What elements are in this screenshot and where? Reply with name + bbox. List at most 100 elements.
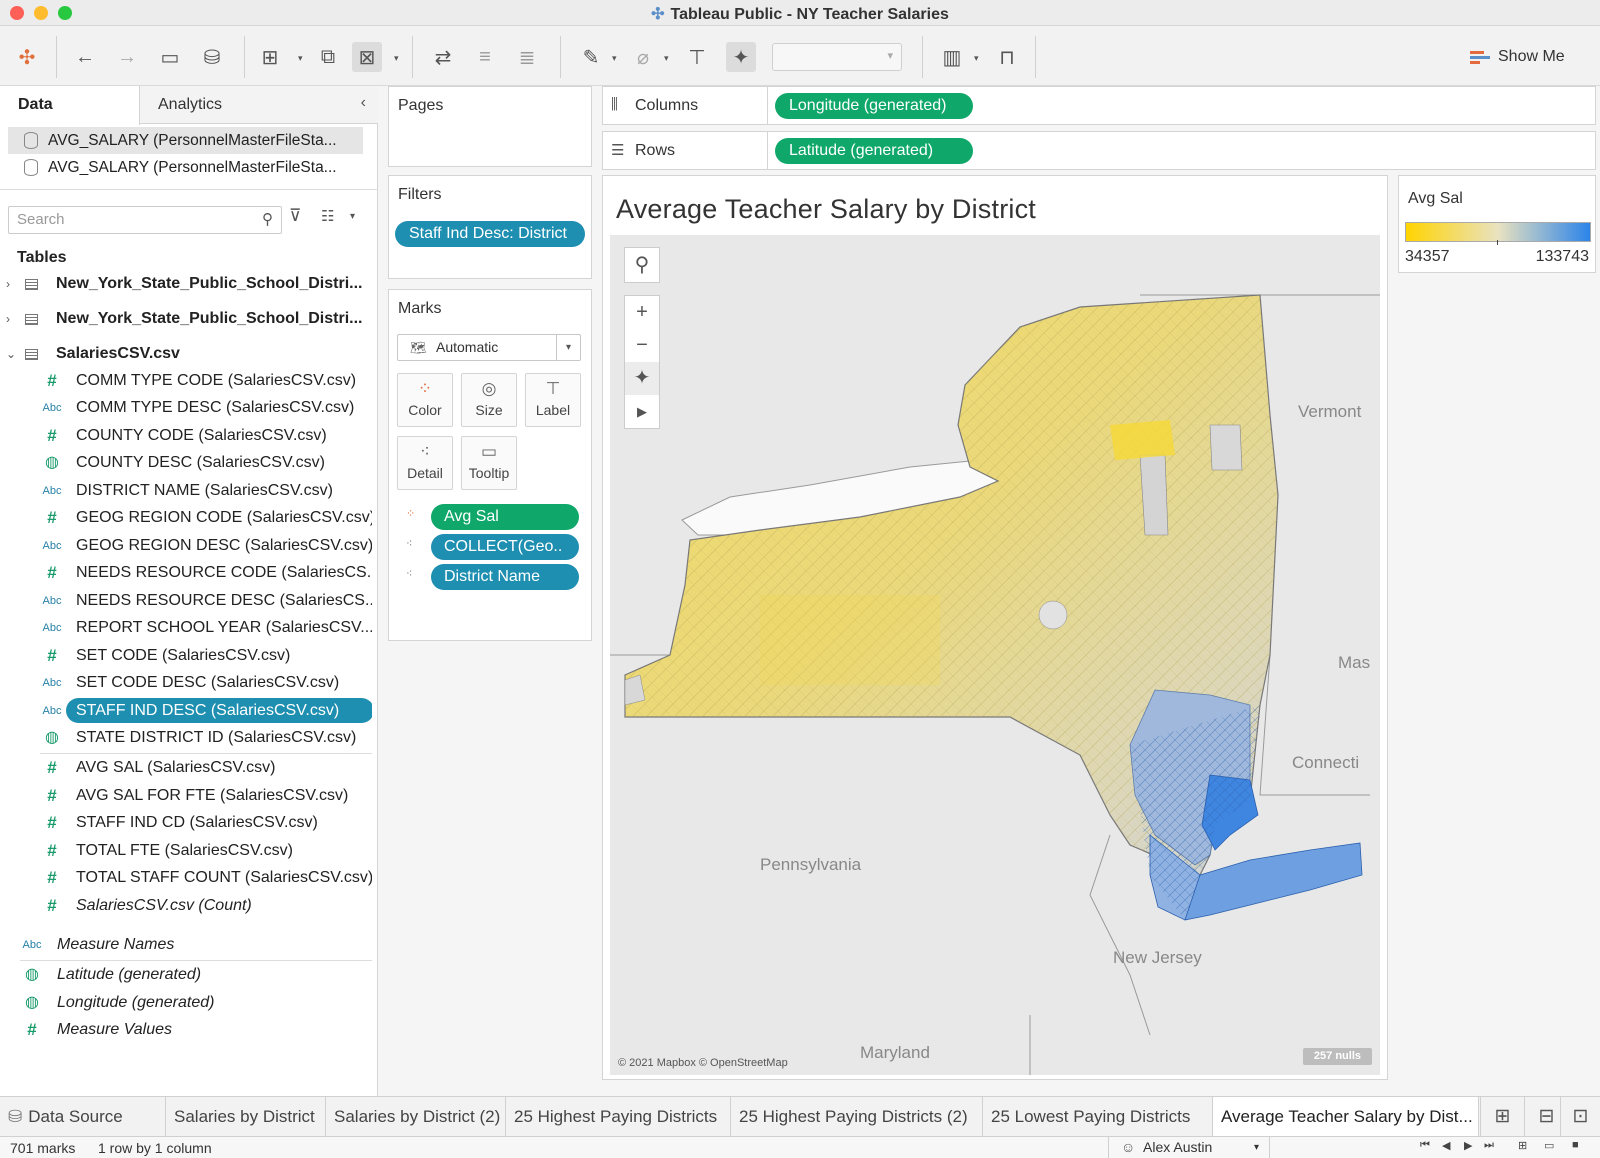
field-item[interactable]: # TOTAL STAFF COUNT (SalariesCSV.csv): [0, 864, 372, 891]
tab-sheet[interactable]: Salaries by District (2): [326, 1097, 506, 1137]
filter-pill-staff-ind-desc[interactable]: Staff Ind Desc: District: [395, 221, 585, 247]
field-item[interactable]: Abc GEOG REGION DESC (SalariesCSV.csv): [0, 532, 372, 559]
nulls-badge[interactable]: 257 nulls: [1302, 1048, 1372, 1065]
fit-dropdown[interactable]: [772, 43, 902, 71]
tab-sheet-active[interactable]: Average Teacher Salary by Dist...: [1213, 1097, 1479, 1137]
pages-card[interactable]: Pages: [388, 86, 592, 167]
columns-pill-longitude[interactable]: Longitude (generated): [775, 93, 973, 119]
field-item[interactable]: # STAFF IND CD (SalariesCSV.csv): [0, 809, 372, 836]
field-item[interactable]: ◍ STATE DISTRICT ID (SalariesCSV.csv): [0, 724, 372, 751]
collapse-pane-icon[interactable]: ‹: [361, 94, 366, 112]
field-item[interactable]: ◍ COUNTY DESC (SalariesCSV.csv): [0, 449, 372, 476]
previous-sheet-icon[interactable]: ◀: [1442, 1139, 1450, 1152]
tab-data-source[interactable]: ⛁ Data Source: [0, 1097, 166, 1137]
first-sheet-icon[interactable]: ⏮: [1420, 1139, 1430, 1152]
field-item[interactable]: # NEEDS RESOURCE CODE (SalariesCS...: [0, 559, 372, 586]
show-cards-icon[interactable]: ▥: [937, 42, 967, 72]
sort-descending-icon[interactable]: ≣: [512, 42, 542, 72]
field-item[interactable]: Abc REPORT SCHOOL YEAR (SalariesCSV....: [0, 614, 372, 641]
reset-map-icon[interactable]: ✦: [625, 362, 659, 395]
new-worksheet-icon[interactable]: ⊞: [1480, 1097, 1524, 1137]
show-cards-dropdown-icon[interactable]: ▾: [974, 53, 979, 64]
field-item[interactable]: Abc Measure Names: [0, 931, 372, 958]
clear-sheet-icon[interactable]: ⊠: [352, 42, 382, 72]
zoom-in-icon[interactable]: +: [625, 296, 659, 329]
field-item[interactable]: ◍ Longitude (generated): [0, 989, 372, 1016]
detail-button[interactable]: ⁖ Detail: [397, 436, 453, 490]
field-item[interactable]: Abc COMM TYPE DESC (SalariesCSV.csv): [0, 394, 372, 421]
tooltip-button[interactable]: ▭ Tooltip: [461, 436, 517, 490]
field-item[interactable]: # AVG SAL FOR FTE (SalariesCSV.csv): [0, 782, 372, 809]
new-datasource-icon[interactable]: ⛁: [197, 42, 227, 72]
field-item[interactable]: Abc SET CODE DESC (SalariesCSV.csv): [0, 669, 372, 696]
rows-pill-latitude[interactable]: Latitude (generated): [775, 138, 973, 164]
group-members-icon[interactable]: ⌀: [628, 42, 658, 72]
tab-sheet[interactable]: 25 Lowest Paying Districts: [983, 1097, 1213, 1137]
mark-pill-district-name[interactable]: District Name: [431, 564, 579, 590]
chevron-down-icon[interactable]: ⌄: [6, 340, 16, 368]
label-button[interactable]: ⊤ Label: [525, 373, 581, 427]
tab-data[interactable]: Data: [0, 86, 140, 125]
filters-card[interactable]: Filters Staff Ind Desc: District: [388, 175, 592, 279]
show-mark-labels-icon[interactable]: ⊤: [682, 42, 712, 72]
sort-ascending-icon[interactable]: ≡: [470, 42, 500, 72]
tab-sheet[interactable]: 25 Highest Paying Districts (2): [731, 1097, 983, 1137]
new-story-icon[interactable]: ⊡: [1560, 1097, 1600, 1137]
fix-axes-icon[interactable]: ✦: [726, 42, 756, 72]
field-item[interactable]: # COUNTY CODE (SalariesCSV.csv): [0, 422, 372, 449]
redo-icon[interactable]: →: [112, 42, 142, 72]
field-item[interactable]: # COMM TYPE CODE (SalariesCSV.csv): [0, 367, 372, 394]
table-item[interactable]: › New_York_State_Public_School_Distri...: [0, 270, 370, 298]
highlight-dropdown-icon[interactable]: ▾: [612, 53, 617, 64]
highlight-icon[interactable]: ✎: [576, 42, 606, 72]
field-item[interactable]: ◍ Latitude (generated): [0, 961, 372, 988]
undo-icon[interactable]: ←: [70, 42, 100, 72]
show-tabs-icon[interactable]: ▭: [1544, 1139, 1554, 1152]
table-item[interactable]: › New_York_State_Public_School_Distri...: [0, 305, 370, 333]
view-dropdown-icon[interactable]: ▾: [350, 211, 355, 222]
field-item[interactable]: # GEOG REGION CODE (SalariesCSV.csv): [0, 504, 372, 531]
duplicate-sheet-icon[interactable]: ⧉: [313, 42, 343, 72]
swap-rows-columns-icon[interactable]: ⇄: [428, 42, 458, 72]
table-item[interactable]: ⌄ SalariesCSV.csv: [0, 340, 370, 368]
mark-type-dropdown[interactable]: 🗺 Automatic ▾: [397, 334, 581, 361]
field-item-selected[interactable]: Abc STAFF IND DESC (SalariesCSV.csv): [0, 697, 372, 724]
clear-sheet-dropdown-icon[interactable]: ▾: [394, 53, 399, 64]
field-item[interactable]: # Measure Values: [0, 1016, 372, 1043]
field-item[interactable]: Abc NEEDS RESOURCE DESC (SalariesCS...: [0, 587, 372, 614]
filter-icon[interactable]: ⊽: [289, 206, 301, 226]
show-me-button[interactable]: Show Me: [1470, 48, 1565, 66]
tab-sheet[interactable]: Salaries by District: [166, 1097, 326, 1137]
color-button[interactable]: ⁘ Color: [397, 373, 453, 427]
datasource-item[interactable]: AVG_SALARY (PersonnelMasterFileSta...: [8, 154, 363, 181]
chevron-right-icon[interactable]: ›: [6, 270, 10, 298]
tab-analytics[interactable]: Analytics: [158, 86, 222, 124]
save-icon[interactable]: ▭: [155, 42, 185, 72]
chevron-right-icon[interactable]: ›: [6, 305, 10, 333]
map[interactable]: Vermont Mas Connecti Pennsylvania New Je…: [610, 235, 1380, 1075]
tableau-home-icon[interactable]: ✣: [12, 42, 42, 72]
group-dropdown-icon[interactable]: ▾: [664, 53, 669, 64]
field-item[interactable]: # AVG SAL (SalariesCSV.csv): [0, 754, 372, 781]
zoom-out-icon[interactable]: −: [625, 329, 659, 362]
tab-sheet[interactable]: 25 Highest Paying Districts: [506, 1097, 731, 1137]
field-item[interactable]: Abc DISTRICT NAME (SalariesCSV.csv): [0, 477, 372, 504]
field-item[interactable]: # SET CODE (SalariesCSV.csv): [0, 642, 372, 669]
map-canvas[interactable]: [610, 235, 1380, 1075]
new-worksheet-dropdown-icon[interactable]: ▾: [298, 53, 303, 64]
last-sheet-icon[interactable]: ⏭: [1484, 1139, 1494, 1152]
datasource-item[interactable]: AVG_SALARY (PersonnelMasterFileSta...: [8, 127, 363, 154]
map-search-button[interactable]: ⚲: [624, 247, 660, 283]
columns-shelf[interactable]: ⫼ Columns Longitude (generated): [602, 86, 1596, 125]
play-icon[interactable]: ▶: [625, 395, 659, 428]
field-item[interactable]: # SalariesCSV.csv (Count): [0, 892, 372, 919]
mark-pill-collect-geo[interactable]: COLLECT(Geo..: [431, 534, 579, 560]
mark-pill-avg-sal[interactable]: Avg Sal: [431, 504, 579, 530]
size-button[interactable]: ◎ Size: [461, 373, 517, 427]
show-filmstrip-icon[interactable]: ⊞: [1518, 1139, 1527, 1152]
view-list-icon[interactable]: ☷: [321, 207, 334, 225]
presentation-mode-icon[interactable]: ⊓: [992, 42, 1022, 72]
next-sheet-icon[interactable]: ▶: [1464, 1139, 1472, 1152]
show-sheet-sorter-icon[interactable]: ■: [1572, 1139, 1579, 1151]
search-input[interactable]: Search ⚲: [8, 206, 282, 234]
